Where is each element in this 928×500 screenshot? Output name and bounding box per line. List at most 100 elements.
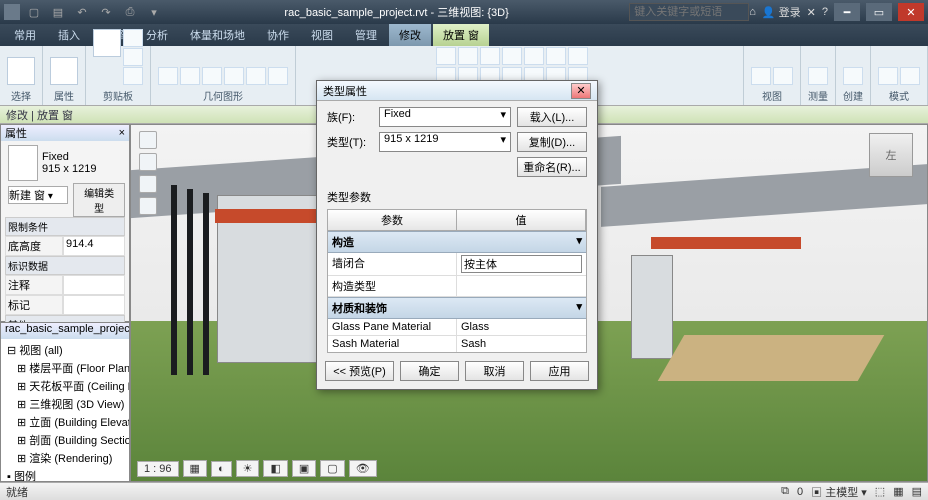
cat-materials[interactable]: 材质和装饰▾ (328, 297, 586, 319)
v-icon[interactable] (751, 67, 771, 85)
trim-icon[interactable] (568, 47, 588, 65)
nav-orbit-icon[interactable] (139, 197, 157, 215)
minimize-button[interactable]: ━ (834, 3, 860, 21)
properties-close-icon[interactable]: × (119, 127, 125, 139)
copy2-icon[interactable] (524, 47, 544, 65)
qat-redo-icon[interactable]: ↷ (96, 4, 116, 20)
type-dropdown[interactable]: 915 x 1219▾ (379, 132, 511, 152)
nav-pan-icon[interactable] (139, 153, 157, 171)
dialog-close-button[interactable]: ✕ (571, 83, 591, 99)
join-icon[interactable] (202, 67, 222, 85)
tree-3dviews[interactable]: ⊞ 三维视图 (3D View) (3, 395, 127, 413)
edit-type-button[interactable]: 编辑类型 (73, 183, 125, 217)
align-icon[interactable] (436, 47, 456, 65)
detail-level-icon[interactable]: ▦ (183, 460, 207, 477)
app-icon[interactable] (4, 4, 20, 20)
dialog-titlebar[interactable]: 类型属性 ✕ (317, 81, 597, 101)
prop-val-comment[interactable] (63, 275, 125, 295)
scale-selector[interactable]: 1 : 96 (137, 461, 179, 477)
val-glasspane[interactable]: Glass (457, 319, 586, 335)
cut-icon[interactable] (123, 29, 143, 47)
cope-icon[interactable] (158, 67, 178, 85)
rename-button[interactable]: 重命名(R)... (517, 157, 587, 177)
mirror-icon[interactable] (480, 47, 500, 65)
qat-more-icon[interactable]: ▾ (144, 4, 164, 20)
preview-button[interactable]: << 预览(P) (325, 361, 394, 381)
element-filter-dropdown[interactable]: 新建 窗 ▾ (8, 186, 68, 204)
qat-save-icon[interactable]: ▤ (48, 4, 68, 20)
tree-floorplans[interactable]: ⊞ 楼层平面 (Floor Plan) (3, 359, 127, 377)
paste-button-icon[interactable] (93, 29, 121, 57)
crop-visible-icon[interactable]: ▢ (320, 460, 344, 477)
tab-context[interactable]: 放置 窗 (433, 24, 489, 46)
split-icon[interactable] (268, 67, 288, 85)
modify-tool-icon[interactable] (7, 57, 35, 85)
tree-legends[interactable]: ▪ 图例 (3, 467, 127, 482)
offset-icon[interactable] (458, 47, 478, 65)
signin-button[interactable]: 👤 登录 (762, 4, 801, 20)
col-value[interactable]: 值 (457, 210, 586, 230)
nav-wheel-icon[interactable] (139, 131, 157, 149)
tab-manage[interactable]: 管理 (345, 24, 387, 46)
load-fam-icon[interactable] (878, 67, 898, 85)
nav-zoom-icon[interactable] (139, 175, 157, 193)
val-constructiontype[interactable] (457, 276, 586, 296)
tab-modify[interactable]: 修改 (389, 24, 431, 46)
val-sash[interactable]: Sash (457, 336, 586, 352)
tab-view[interactable]: 视图 (301, 24, 343, 46)
help-icon[interactable]: ? (822, 6, 828, 18)
visual-style-icon[interactable]: ◐ (211, 461, 232, 477)
prop-group-identity[interactable]: 标识数据 (5, 256, 125, 275)
status-model-dropdown[interactable]: ▣ 主模型 ▾ (811, 484, 867, 500)
measure-icon[interactable] (808, 67, 828, 85)
move-icon[interactable] (502, 47, 522, 65)
status-select-icon[interactable]: ▤ (912, 485, 922, 498)
exchange-icon[interactable]: ✕ (807, 6, 816, 19)
demolish-icon[interactable] (246, 67, 266, 85)
cut-geom-icon[interactable] (180, 67, 200, 85)
matchtype-icon[interactable] (123, 67, 143, 85)
prop-val-mark[interactable] (63, 295, 125, 315)
qat-open-icon[interactable]: ▢ (24, 4, 44, 20)
tab-insert[interactable]: 插入 (48, 24, 90, 46)
tab-collaborate[interactable]: 协作 (257, 24, 299, 46)
load-button[interactable]: 载入(L)... (517, 107, 587, 127)
tree-ceilingplans[interactable]: ⊞ 天花板平面 (Ceiling Plan) (3, 377, 127, 395)
shadows-icon[interactable]: ◧ (263, 460, 287, 477)
rotate-icon[interactable] (546, 47, 566, 65)
family-dropdown[interactable]: Fixed▾ (379, 107, 511, 127)
duplicate-button[interactable]: 复制(D)... (517, 132, 587, 152)
cancel-button[interactable]: 取消 (465, 361, 524, 381)
help-search-input[interactable] (629, 3, 749, 21)
prop-group-constraints[interactable]: 限制条件 (5, 217, 125, 236)
infocenter-icon[interactable]: ⌂ (749, 6, 756, 18)
paint-icon[interactable] (224, 67, 244, 85)
status-editable-icon[interactable]: ▦ (893, 485, 903, 498)
col-parameter[interactable]: 参数 (328, 210, 457, 230)
apply-button[interactable]: 应用 (530, 361, 589, 381)
tree-views-root[interactable]: ⊟ 视图 (all) (3, 341, 127, 359)
viewcube[interactable]: 左 (869, 133, 913, 177)
type-thumbnail[interactable] (8, 145, 38, 181)
status-filter-icon[interactable]: ⧉ (781, 485, 789, 498)
val-wallclosure[interactable]: 按主体 (461, 255, 582, 273)
tree-sections[interactable]: ⊞ 剖面 (Building Section) (3, 431, 127, 449)
prop-val-sillheight[interactable]: 914.4 (63, 236, 125, 256)
tree-elevations[interactable]: ⊞ 立面 (Building Elevation) (3, 413, 127, 431)
inplace-icon[interactable] (900, 67, 920, 85)
hide-isolate-icon[interactable]: 👁 (349, 460, 377, 477)
tab-massing[interactable]: 体量和场地 (180, 24, 255, 46)
status-worksets-icon[interactable]: ⬚ (875, 485, 885, 498)
ok-button[interactable]: 确定 (400, 361, 459, 381)
qat-undo-icon[interactable]: ↶ (72, 4, 92, 20)
properties-button-icon[interactable] (50, 57, 78, 85)
sunpath-icon[interactable]: ☀ (236, 460, 260, 477)
cat-construction[interactable]: 构造▾ (328, 231, 586, 253)
create-icon[interactable] (843, 67, 863, 85)
v2-icon[interactable] (773, 67, 793, 85)
tab-home[interactable]: 常用 (4, 24, 46, 46)
qat-print-icon[interactable]: ⎙ (120, 4, 140, 20)
tree-renderings[interactable]: ⊞ 渲染 (Rendering) (3, 449, 127, 467)
close-button[interactable]: ✕ (898, 3, 924, 21)
maximize-button[interactable]: ▭ (866, 3, 892, 21)
